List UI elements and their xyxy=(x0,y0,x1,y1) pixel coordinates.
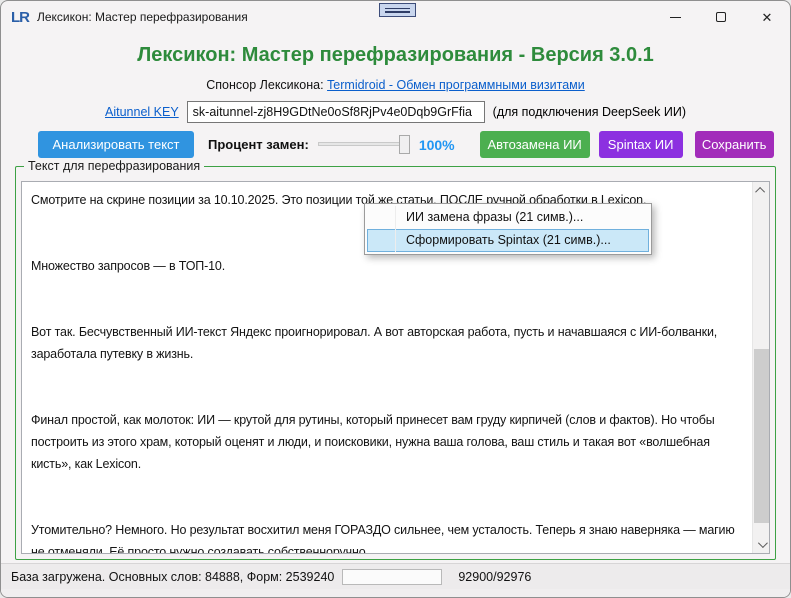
progress-bar xyxy=(342,569,442,585)
app-window: LR Лексикон: Мастер перефразирования ✕ Л… xyxy=(0,0,791,598)
auto-replace-button[interactable]: Автозамена ИИ xyxy=(480,131,590,158)
window-controls: ✕ xyxy=(652,1,790,33)
menu-item-create-spintax[interactable]: Сформировать Spintax (21 симв.)... xyxy=(367,229,649,252)
groupbox-label: Текст для перефразирования xyxy=(24,159,204,173)
aitunnel-key-link[interactable]: Aitunnel KEY xyxy=(105,105,179,119)
sponsor-label: Спонсор Лексикона: xyxy=(206,78,323,92)
window-title: Лексикон: Мастер перефразирования xyxy=(37,10,248,24)
close-icon: ✕ xyxy=(762,11,773,24)
chevron-down-icon xyxy=(758,538,768,548)
spintax-button[interactable]: Spintax ИИ xyxy=(599,131,683,158)
scroll-down-button[interactable] xyxy=(753,536,770,553)
save-button[interactable]: Сохранить xyxy=(695,131,774,158)
drag-handle-icon xyxy=(379,3,416,17)
window-bottom-edge xyxy=(1,589,790,597)
chevron-up-icon xyxy=(755,187,765,197)
api-key-field[interactable] xyxy=(187,101,485,123)
status-bar: База загружена. Основных слов: 84888, Фо… xyxy=(1,563,790,589)
slider-track xyxy=(318,142,410,146)
minimize-button[interactable] xyxy=(652,1,698,33)
page-title: Лексикон: Мастер перефразирования - Верс… xyxy=(1,44,790,67)
api-key-row: Aitunnel KEY (для подключения DeepSeek И… xyxy=(1,101,790,123)
titlebar: LR Лексикон: Мастер перефразирования ✕ xyxy=(1,1,790,33)
percent-value: 100% xyxy=(419,137,455,153)
sponsor-link[interactable]: Termidroid - Обмен программными визитами xyxy=(327,78,585,92)
percent-label: Процент замен: xyxy=(208,137,309,152)
menu-item-ai-replace[interactable]: ИИ замена фразы (21 симв.)... xyxy=(367,206,649,229)
close-button[interactable]: ✕ xyxy=(744,1,790,33)
api-key-note: (для подключения DeepSeek ИИ) xyxy=(493,105,686,119)
analyze-text-button[interactable]: Анализировать текст xyxy=(38,131,194,158)
app-logo-icon: LR xyxy=(11,9,29,26)
toolbar: Анализировать текст Процент замен: 100% … xyxy=(38,131,790,158)
minimize-icon xyxy=(670,17,681,18)
maximize-button[interactable] xyxy=(698,1,744,33)
sponsor-row: Спонсор Лексикона: Termidroid - Обмен пр… xyxy=(1,78,790,92)
vertical-scrollbar[interactable] xyxy=(752,182,769,553)
slider-thumb[interactable] xyxy=(399,135,410,154)
scrollbar-thumb[interactable] xyxy=(754,349,769,523)
context-menu: ИИ замена фразы (21 симв.)... Сформирова… xyxy=(364,203,652,255)
maximize-icon xyxy=(716,12,726,22)
replace-percent-slider[interactable] xyxy=(318,135,410,154)
word-counter: 92900/92976 xyxy=(458,570,531,584)
status-message: База загружена. Основных слов: 84888, Фо… xyxy=(11,570,334,584)
scroll-up-button[interactable] xyxy=(753,182,770,199)
